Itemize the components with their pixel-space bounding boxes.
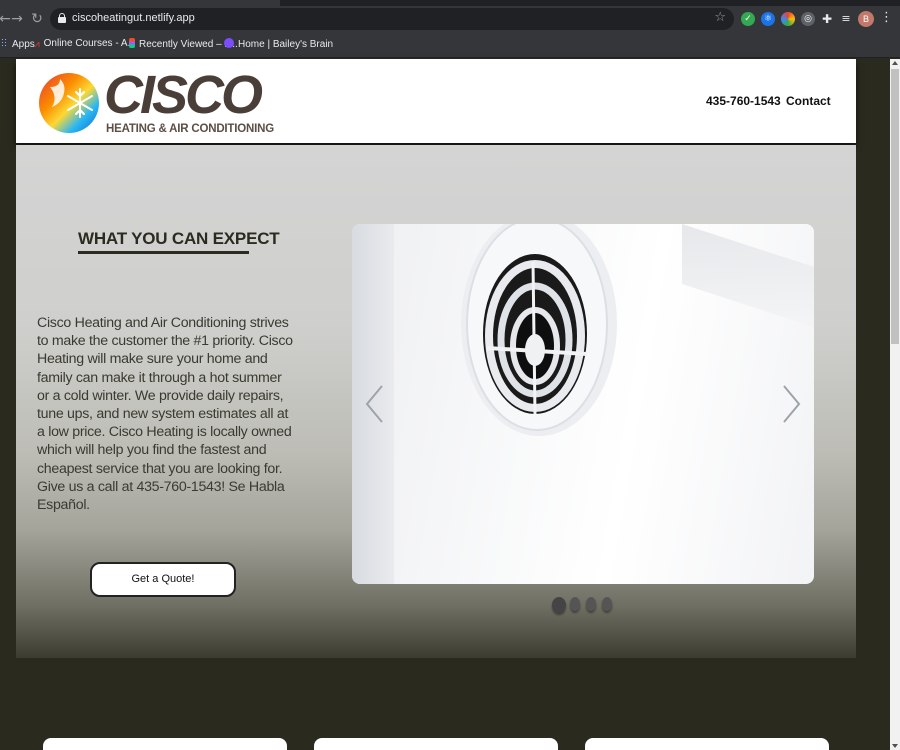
service-card[interactable] [585, 738, 829, 750]
browser-toolbar: ← → ↻ ciscoheatingut.netlify.app ☆ ✓ ⚛ ◎… [0, 6, 900, 32]
carousel-dot-4[interactable] [602, 597, 612, 611]
carousel-next-arrow-icon[interactable] [780, 384, 802, 424]
address-bar[interactable]: ciscoheatingut.netlify.app ☆ [50, 8, 734, 30]
scroll-thumb[interactable] [891, 69, 899, 344]
apps-grid-icon [0, 38, 8, 48]
url-text: ciscoheatingut.netlify.app [72, 12, 195, 24]
reload-icon[interactable]: ↻ [28, 10, 46, 28]
air-vent-image [461, 224, 617, 436]
bookmark-baileys-brain[interactable]: Home | Bailey's Brain [224, 38, 333, 50]
carousel-prev-arrow-icon[interactable] [364, 384, 386, 424]
scroll-down-arrow-icon[interactable] [892, 744, 898, 748]
extension-check-icon[interactable]: ✓ [741, 12, 755, 26]
service-card[interactable] [314, 738, 558, 750]
extension-circle-icon[interactable]: ◎ [801, 12, 815, 26]
bookmarks-bar: Apps ⩘ Online Courses - A... Recently Vie… [0, 32, 900, 58]
scrollbar[interactable] [890, 59, 900, 750]
carousel-dot-2[interactable] [570, 597, 580, 611]
carousel-dot-3[interactable] [586, 597, 596, 611]
cisco-logo[interactable]: CISCO HEATING & AIR CONDITIONING [36, 63, 274, 141]
nav-contact-link[interactable]: Contact [786, 94, 831, 108]
hero-description: Cisco Heating and Air Conditioning striv… [37, 315, 293, 514]
hero-section: WHAT YOU CAN EXPECT Cisco Heating and Ai… [16, 145, 856, 658]
figma-favicon [129, 38, 135, 48]
extension-color-icon[interactable] [781, 12, 795, 26]
logo-wordmark: CISCO [104, 65, 263, 125]
extension-react-icon[interactable]: ⚛ [761, 12, 775, 26]
heading-underline [78, 251, 249, 254]
browser-menu-icon[interactable]: ⋮ [880, 10, 893, 25]
carousel-indicators [550, 597, 620, 613]
carousel-slide-ceiling [682, 224, 814, 330]
logo-tagline: HEATING & AIR CONDITIONING [106, 123, 274, 135]
forward-icon[interactable]: → [8, 10, 26, 28]
scroll-up-arrow-icon[interactable] [892, 61, 898, 65]
site-header: CISCO HEATING & AIR CONDITIONING 435-760… [16, 59, 856, 143]
logo-emblem-icon [39, 73, 99, 133]
bookmark-online-courses[interactable]: ⩘ Online Courses - A... [34, 38, 136, 50]
image-carousel[interactable] [352, 224, 814, 584]
get-quote-button[interactable]: Get a Quote! [90, 562, 236, 597]
carousel-dot-1[interactable] [552, 597, 566, 613]
reading-list-icon[interactable]: ≡ [839, 12, 853, 26]
service-card[interactable] [43, 738, 287, 750]
service-cards-row [0, 738, 890, 750]
bookmark-apps[interactable]: Apps [0, 38, 35, 50]
section-heading: WHAT YOU CAN EXPECT [78, 229, 280, 248]
profile-avatar[interactable]: B [858, 11, 874, 27]
brain-favicon [224, 38, 234, 48]
lock-icon [58, 13, 66, 24]
nav-phone-link[interactable]: 435-760-1543 [706, 94, 781, 108]
bookmark-recently-viewed[interactable]: Recently Viewed – F... [129, 38, 238, 50]
bookmark-star-icon[interactable]: ☆ [714, 10, 726, 25]
online-courses-favicon: ⩘ [34, 39, 40, 50]
extensions-puzzle-icon[interactable]: ✚ [820, 12, 834, 26]
